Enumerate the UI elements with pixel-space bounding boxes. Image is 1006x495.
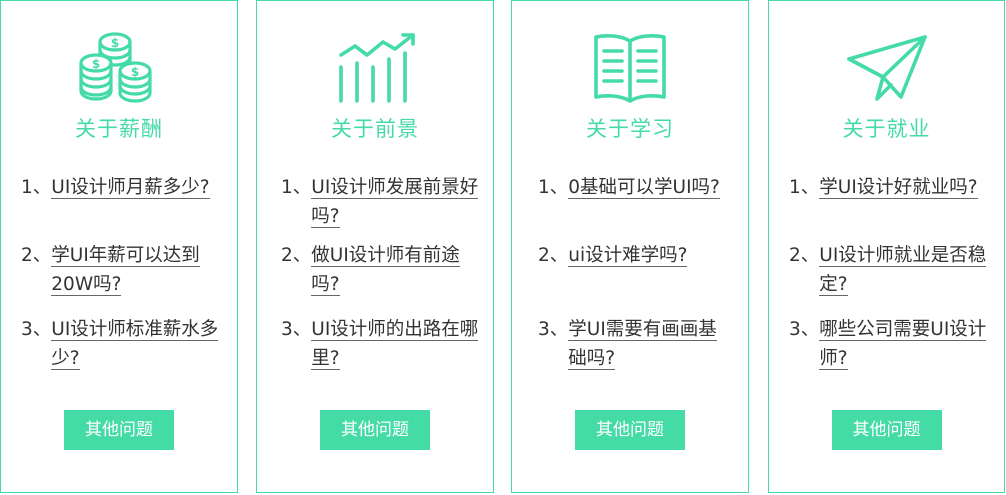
question-number: 2、 [538, 245, 569, 266]
svg-text:$: $ [131, 65, 139, 79]
card-title: 关于前景 [331, 117, 419, 141]
question-number: 1、 [281, 177, 312, 198]
question-text[interactable]: 学UI设计好就业吗? [819, 177, 978, 199]
question-link[interactable]: UI设计师发展前景好吗? [311, 173, 479, 231]
question-number: 2、 [21, 245, 52, 266]
other-questions-button[interactable]: 其他问题 [320, 410, 430, 450]
question-link[interactable]: 学UI需要有画画基础吗? [568, 315, 734, 373]
question-text[interactable]: UI设计师月薪多少? [51, 177, 210, 199]
growth-chart-icon [333, 31, 417, 107]
other-questions-button[interactable]: 其他问题 [831, 410, 942, 450]
question-text[interactable]: UI设计师的出路在哪里? [311, 319, 479, 370]
question-item[interactable]: 2、 做UI设计师有前途吗? [281, 241, 479, 299]
question-link[interactable]: 0基础可以学UI吗? [568, 173, 734, 202]
question-text[interactable]: 学UI需要有画画基础吗? [568, 319, 717, 370]
question-link[interactable]: ui设计难学吗? [568, 241, 734, 270]
question-text[interactable]: ui设计难学吗? [568, 245, 688, 267]
svg-text:$: $ [92, 57, 100, 71]
question-link[interactable]: 学UI设计好就业吗? [819, 173, 990, 202]
faq-card-learning: 关于学习 1、 0基础可以学UI吗? 2、 ui设计难学吗? 3、 学UI需要有… [511, 0, 749, 493]
question-number: 2、 [789, 245, 820, 266]
question-number: 1、 [789, 177, 820, 198]
question-text[interactable]: 哪些公司需要UI设计师? [819, 319, 987, 370]
question-item[interactable]: 3、 哪些公司需要UI设计师? [789, 315, 990, 373]
faq-card-salary: $ $ $ 关于薪酬 1、 UI设计师月薪多少? 2、 学UI年薪可以达到20W… [0, 0, 238, 493]
question-link[interactable]: 做UI设计师有前途吗? [311, 241, 479, 299]
other-questions-button[interactable]: 其他问题 [64, 410, 174, 450]
question-text[interactable]: UI设计师发展前景好吗? [311, 177, 479, 228]
question-text[interactable]: UI设计师标准薪水多少? [51, 319, 219, 370]
question-number: 3、 [281, 319, 312, 340]
question-link[interactable]: 哪些公司需要UI设计师? [819, 315, 990, 373]
question-number: 1、 [21, 177, 52, 198]
question-item[interactable]: 2、 学UI年薪可以达到20W吗? [21, 241, 223, 299]
card-title: 关于薪酬 [75, 117, 163, 141]
question-link[interactable]: UI设计师的出路在哪里? [311, 315, 479, 373]
question-number: 3、 [538, 319, 569, 340]
question-item[interactable]: 1、 UI设计师月薪多少? [21, 173, 223, 202]
question-item[interactable]: 1、 学UI设计好就业吗? [789, 173, 990, 202]
question-number: 1、 [538, 177, 569, 198]
question-item[interactable]: 3、 学UI需要有画画基础吗? [538, 315, 734, 373]
card-title: 关于学习 [586, 117, 674, 141]
question-item[interactable]: 1、 UI设计师发展前景好吗? [281, 173, 479, 231]
question-item[interactable]: 3、 UI设计师标准薪水多少? [21, 315, 223, 373]
card-title: 关于就业 [842, 117, 931, 141]
faq-card-prospects: 关于前景 1、 UI设计师发展前景好吗? 2、 做UI设计师有前途吗? 3、 U… [256, 0, 494, 493]
question-item[interactable]: 2、 UI设计师就业是否稳定? [789, 241, 990, 299]
question-item[interactable]: 1、 0基础可以学UI吗? [538, 173, 734, 202]
question-text[interactable]: 0基础可以学UI吗? [568, 177, 720, 199]
question-number: 2、 [281, 245, 312, 266]
question-link[interactable]: UI设计师标准薪水多少? [51, 315, 223, 373]
coins-icon: $ $ $ [77, 31, 161, 107]
open-book-icon [588, 31, 672, 107]
question-text[interactable]: 做UI设计师有前途吗? [311, 245, 460, 296]
question-text[interactable]: UI设计师就业是否稳定? [819, 245, 987, 296]
question-link[interactable]: UI设计师月薪多少? [51, 173, 223, 202]
question-number: 3、 [789, 319, 820, 340]
paper-plane-icon [845, 31, 929, 107]
question-link[interactable]: 学UI年薪可以达到20W吗? [51, 241, 223, 299]
question-link[interactable]: UI设计师就业是否稳定? [819, 241, 990, 299]
svg-text:$: $ [111, 36, 119, 50]
question-item[interactable]: 3、 UI设计师的出路在哪里? [281, 315, 479, 373]
question-text[interactable]: 学UI年薪可以达到20W吗? [51, 245, 200, 296]
faq-card-employment: 关于就业 1、 学UI设计好就业吗? 2、 UI设计师就业是否稳定? 3、 哪些… [768, 0, 1005, 493]
other-questions-button[interactable]: 其他问题 [575, 410, 685, 450]
question-number: 3、 [21, 319, 52, 340]
question-item[interactable]: 2、 ui设计难学吗? [538, 241, 734, 270]
